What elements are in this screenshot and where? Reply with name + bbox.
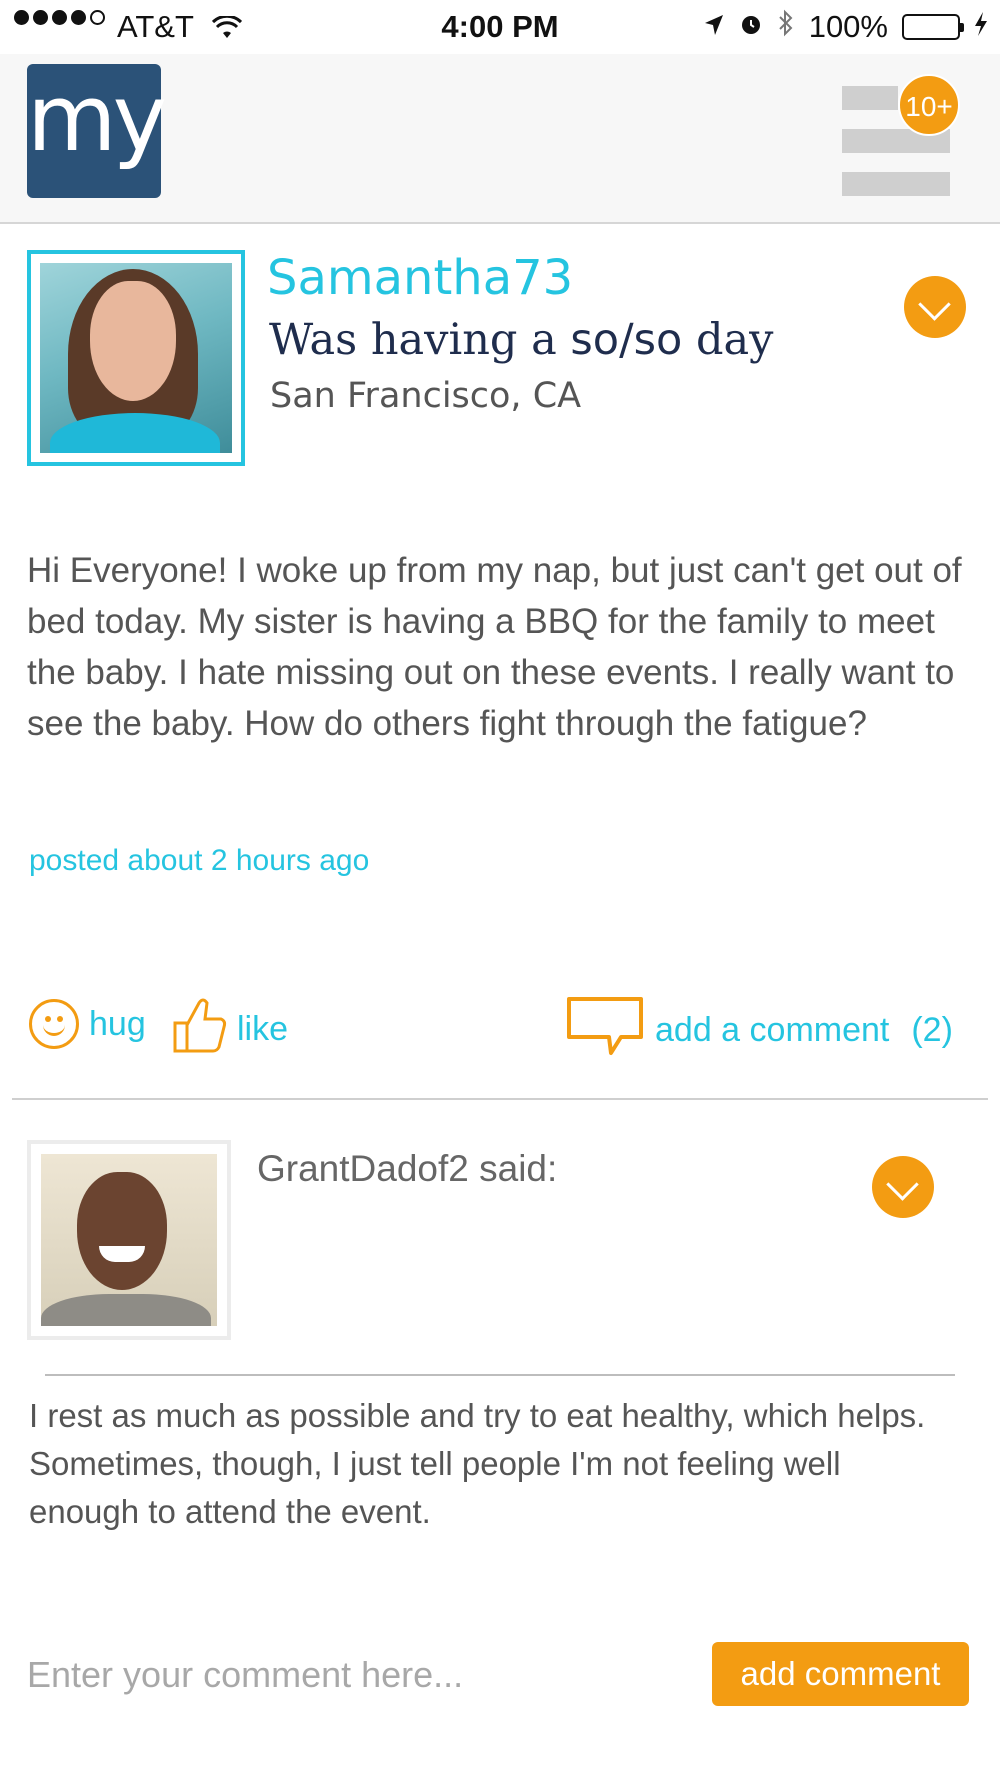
comment-author-avatar[interactable] (27, 1140, 231, 1340)
post-author-avatar[interactable] (27, 250, 245, 466)
comment-options-chevron-down-icon[interactable] (872, 1156, 934, 1218)
battery-percent: 100% (808, 9, 888, 44)
mood-suffix: day (682, 315, 774, 365)
add-comment-link[interactable]: add a comment (2) (565, 995, 953, 1066)
comment-author[interactable]: GrantDadof2 said: (257, 1148, 557, 1190)
divider (12, 1098, 988, 1100)
add-comment-label: add a comment (655, 1011, 890, 1049)
post-options-chevron-down-icon[interactable] (904, 276, 966, 338)
status-bar: AT&T 4:00 PM 100% (0, 0, 1000, 54)
comment-count: (2) (911, 1011, 953, 1049)
post-actions: hug like add a comment (2) (27, 995, 967, 1055)
hug-button[interactable]: hug (29, 999, 146, 1049)
charging-icon (974, 9, 988, 45)
speech-bubble-icon (565, 995, 645, 1066)
comment-divider (45, 1374, 955, 1376)
post-mood: Was having a so/so day (269, 315, 773, 365)
post-location: San Francisco, CA (270, 376, 582, 416)
alarm-icon (739, 9, 763, 45)
mood-prefix: Was having a (269, 315, 571, 365)
app-logo[interactable]: my (27, 64, 167, 198)
hug-label: hug (89, 1004, 146, 1043)
thumbs-up-icon (171, 995, 227, 1064)
like-button[interactable]: like (171, 995, 288, 1064)
post-timestamp: posted about 2 hours ago (29, 844, 370, 877)
location-arrow-icon (703, 9, 725, 45)
smile-icon (29, 999, 79, 1049)
mood-value: so/so (570, 315, 683, 365)
comment-body: I rest as much as possible and try to ea… (29, 1397, 926, 1530)
post-username[interactable]: Samantha73 (267, 250, 573, 306)
bluetooth-icon (777, 9, 795, 45)
like-label: like (237, 1010, 289, 1048)
post-body: Hi Everyone! I woke up from my nap, but … (27, 551, 962, 743)
app-header: my 10+ (0, 54, 1000, 224)
notification-badge[interactable]: 10+ (898, 74, 960, 136)
battery-icon (902, 14, 964, 40)
comment-input[interactable] (27, 1643, 677, 1707)
add-comment-button[interactable]: add comment (712, 1642, 969, 1706)
